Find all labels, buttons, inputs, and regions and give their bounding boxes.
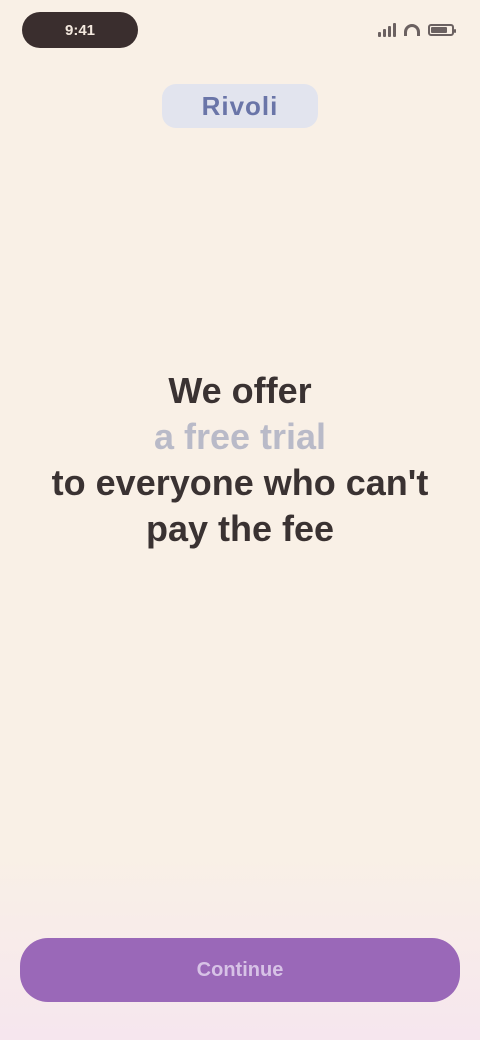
status-time-pill: 9:41 [22,12,138,48]
signal-icon [378,23,396,37]
battery-icon [428,24,456,36]
message-line-1: We offer [168,370,312,411]
status-bar: 9:41 [0,0,480,60]
status-time: 9:41 [64,21,96,39]
message-line-3: pay the fee [145,508,335,549]
wifi-icon [404,24,420,36]
app-logo-text: Rivoli [201,90,279,121]
app-logo: Rivoli [162,84,318,128]
message-line-2: to everyone who can't [51,462,429,503]
status-icons [378,20,456,40]
message-highlight: a free trial [153,416,327,457]
battery-fill [431,27,447,33]
onboarding-message: We offer a free trial to everyone who ca… [20,368,460,552]
screen: 9:41 Rivoli We offer a free trial to eve… [0,0,480,1040]
continue-button[interactable]: Continue [20,938,460,1002]
